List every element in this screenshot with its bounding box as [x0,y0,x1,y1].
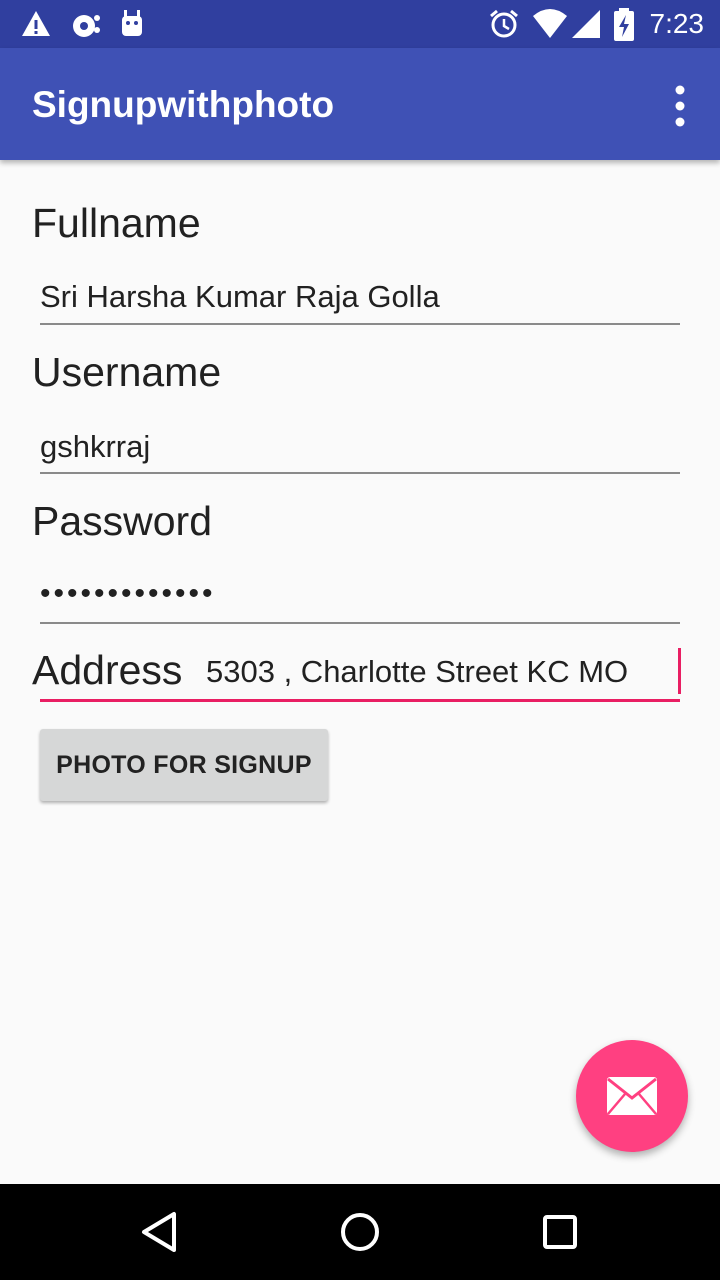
fullname-input[interactable]: Sri Harsha Kumar Raja Golla [40,278,440,316]
signal-icon [572,10,600,38]
password-label: Password [32,498,213,544]
wifi-icon [533,9,567,38]
password-input[interactable]: ••••••••••••• [40,575,216,613]
recents-button[interactable] [536,1208,584,1256]
address-input[interactable]: 5303 , Charlotte Street KC MO [206,653,628,691]
mail-fab-button[interactable] [576,1040,688,1152]
password-underline [40,622,680,624]
address-underline [40,699,680,702]
username-input[interactable]: gshkrraj [40,428,150,466]
username-underline [40,472,680,474]
home-button[interactable] [336,1208,384,1256]
fullname-label: Fullname [32,200,201,246]
status-time: 7:23 [649,8,705,39]
more-vert-icon [675,85,685,127]
back-button[interactable] [136,1208,184,1256]
cloud-sync-icon [73,15,100,37]
status-bar: 7:23 [0,0,720,48]
mail-icon [607,1077,657,1115]
address-label: Address [32,647,183,693]
home-icon [341,1213,379,1251]
fullname-underline [40,323,680,325]
battery-charging-icon [614,8,634,41]
app-title: Signupwithphoto [32,84,335,125]
app-bar: Signupwithphoto [0,48,720,160]
photo-for-signup-button[interactable]: PHOTO FOR SIGNUP [40,729,328,801]
alarm-icon [490,9,518,38]
username-label: Username [32,349,222,395]
back-icon [142,1212,176,1252]
overflow-menu-button[interactable] [660,78,700,134]
signup-form: Fullname Sri Harsha Kumar Raja Golla Use… [0,160,720,1184]
text-cursor [678,648,681,694]
warning-icon [22,11,50,36]
recents-icon [543,1215,577,1249]
android-icon [122,10,142,36]
navigation-bar [0,1184,720,1280]
